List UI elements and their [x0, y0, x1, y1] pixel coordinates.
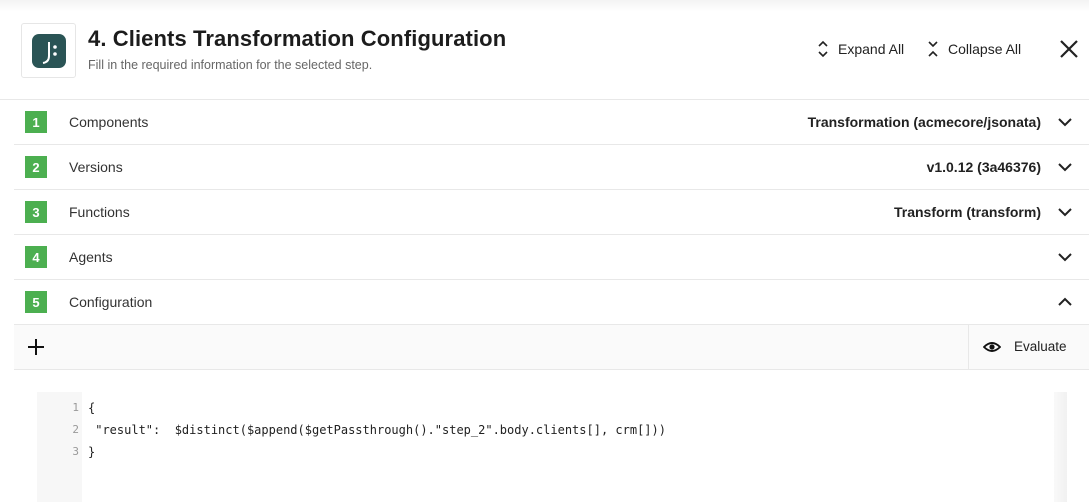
line-code: }: [88, 445, 96, 459]
collapse-all-label: Collapse All: [948, 41, 1022, 57]
chevron-down-icon[interactable]: [1057, 114, 1073, 130]
editor-scrollbar[interactable]: [1054, 392, 1067, 502]
add-button[interactable]: [26, 337, 46, 357]
line-number: 1: [72, 401, 79, 414]
step-label: Components: [69, 114, 149, 130]
step-label: Configuration: [69, 294, 153, 310]
expand-all-label: Expand All: [838, 41, 905, 57]
step-versions[interactable]: 2 Versions v1.0.12 (3a46376): [14, 145, 1089, 190]
step-number-badge: 1: [25, 111, 47, 133]
step-agents[interactable]: 4 Agents: [14, 235, 1089, 280]
chevron-down-icon[interactable]: [1057, 204, 1073, 220]
chevron-down-icon[interactable]: [1057, 159, 1073, 175]
step-components[interactable]: 1 Components Transformation (acmecore/js…: [14, 100, 1089, 145]
code-line: 2 "result": $distinct($append($getPassth…: [37, 419, 1067, 441]
expand-icon: [816, 40, 830, 58]
close-icon: [1060, 40, 1078, 58]
step-value: Transformation (acmecore/jsonata): [807, 114, 1041, 130]
step-number-badge: 2: [25, 156, 47, 178]
page-title: 4. Clients Transformation Configuration: [88, 26, 507, 51]
step-number-badge: 5: [25, 291, 47, 313]
step-functions[interactable]: 3 Functions Transform (transform): [14, 190, 1089, 235]
line-number: 3: [72, 445, 79, 458]
dialog-header: 4. Clients Transformation Configuration …: [0, 0, 1089, 100]
close-button[interactable]: [1058, 38, 1080, 60]
configuration-toolbar: Evaluate: [14, 325, 1089, 370]
page-subtitle: Fill in the required information for the…: [88, 58, 373, 72]
expand-all-button[interactable]: Expand All: [816, 38, 904, 60]
line-code: {: [88, 401, 96, 415]
code-line: 1 {: [37, 397, 1067, 419]
step-label: Functions: [69, 204, 130, 220]
eye-icon: [983, 342, 1001, 352]
step-value: v1.0.12 (3a46376): [926, 159, 1041, 175]
collapse-icon: [926, 40, 940, 58]
step-configuration[interactable]: 5 Configuration: [14, 280, 1089, 325]
chevron-down-icon[interactable]: [1057, 249, 1073, 265]
jsonata-logo-icon: [31, 33, 66, 68]
collapse-all-button[interactable]: Collapse All: [926, 38, 1021, 60]
code-editor[interactable]: 1 { 2 "result": $distinct($append($getPa…: [37, 392, 1067, 502]
step-number-badge: 3: [25, 201, 47, 223]
step-number-badge: 4: [25, 246, 47, 268]
code-line: 3 }: [37, 441, 1067, 463]
evaluate-button[interactable]: Evaluate: [968, 325, 1089, 369]
line-number: 2: [72, 423, 79, 436]
step-logo: [21, 23, 76, 78]
step-value: Transform (transform): [893, 204, 1041, 220]
step-label: Versions: [69, 159, 123, 175]
line-code: "result": $distinct($append($getPassthro…: [88, 423, 666, 437]
chevron-up-icon[interactable]: [1057, 294, 1073, 310]
plus-icon: [28, 339, 44, 355]
step-label: Agents: [69, 249, 113, 265]
evaluate-label: Evaluate: [1014, 339, 1067, 354]
